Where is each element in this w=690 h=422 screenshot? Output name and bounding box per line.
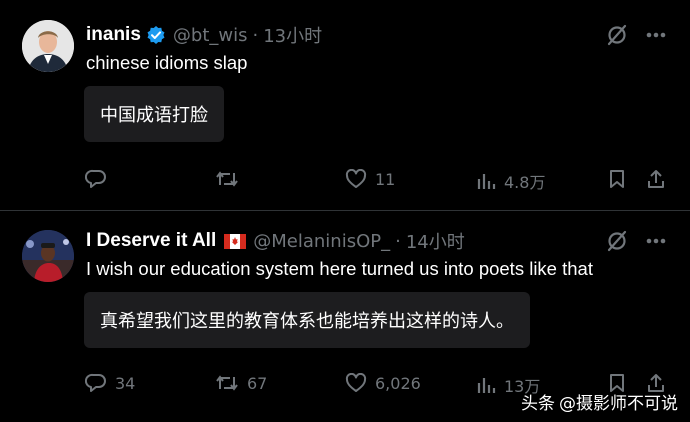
grok-icon[interactable]: [606, 24, 628, 46]
watermark-prefix: 头条: [521, 394, 555, 414]
post-text: chinese idioms slap: [86, 52, 248, 73]
views-button[interactable]: 4.8万: [476, 169, 545, 193]
retweet-count: 67: [247, 373, 268, 393]
like-count: 6,026: [375, 373, 421, 393]
separator: ·: [252, 24, 259, 46]
heart-icon: [345, 373, 367, 393]
retweet-icon: [215, 169, 239, 189]
view-count: 4.8万: [504, 173, 546, 192]
watermark-text: @摄影师不可说: [559, 394, 678, 414]
avatar[interactable]: [22, 230, 74, 282]
reply-count: 34: [115, 373, 136, 393]
heart-icon: [345, 169, 367, 189]
like-button[interactable]: 6,026: [345, 373, 421, 393]
post[interactable]: inanis @bt_wis · 13小时 chinese idioms sla…: [0, 0, 690, 210]
more-options-icon[interactable]: [646, 238, 666, 244]
reply-icon: [85, 169, 107, 189]
bookmark-button[interactable]: [608, 169, 626, 189]
retweet-button[interactable]: [215, 169, 247, 189]
grok-icon[interactable]: [606, 230, 628, 252]
author-handle[interactable]: @bt_wis: [173, 25, 248, 46]
quote-card[interactable]: 真希望我们这里的教育体系也能培养出这样的诗人。: [84, 292, 530, 348]
author-handle[interactable]: @MelaninisOP_: [253, 231, 390, 252]
timestamp[interactable]: 14小时: [406, 228, 465, 254]
more-options-icon[interactable]: [646, 32, 666, 38]
analytics-icon: [476, 375, 496, 395]
avatar[interactable]: [22, 20, 74, 72]
reply-button[interactable]: [85, 169, 115, 189]
watermark: 头条 @摄影师不可说: [521, 389, 678, 414]
quote-text: 真希望我们这里的教育体系也能培养出这样的诗人。: [100, 311, 514, 332]
post-divider: [0, 210, 690, 211]
like-button[interactable]: 11: [345, 169, 395, 189]
analytics-icon: [476, 171, 496, 191]
reply-button[interactable]: 34: [85, 373, 135, 393]
retweet-button[interactable]: 67: [215, 373, 267, 393]
bookmark-icon: [608, 169, 626, 189]
reply-icon: [85, 373, 107, 393]
separator: ·: [395, 230, 401, 252]
share-button[interactable]: [646, 169, 666, 189]
post-text: I wish our education system here turned …: [86, 258, 593, 279]
quote-card[interactable]: 中国成语打脸: [84, 86, 224, 142]
verified-badge-icon: [146, 25, 166, 45]
author-name[interactable]: inanis: [86, 24, 141, 46]
like-count: 11: [375, 169, 396, 189]
timestamp[interactable]: 13小时: [263, 22, 322, 48]
share-icon: [646, 169, 666, 189]
action-bar: 11 4.8万: [0, 169, 690, 195]
canada-flag-icon: [224, 233, 247, 249]
quote-text: 中国成语打脸: [100, 105, 208, 126]
author-name[interactable]: I Deserve it All: [86, 230, 216, 252]
retweet-icon: [215, 373, 239, 393]
